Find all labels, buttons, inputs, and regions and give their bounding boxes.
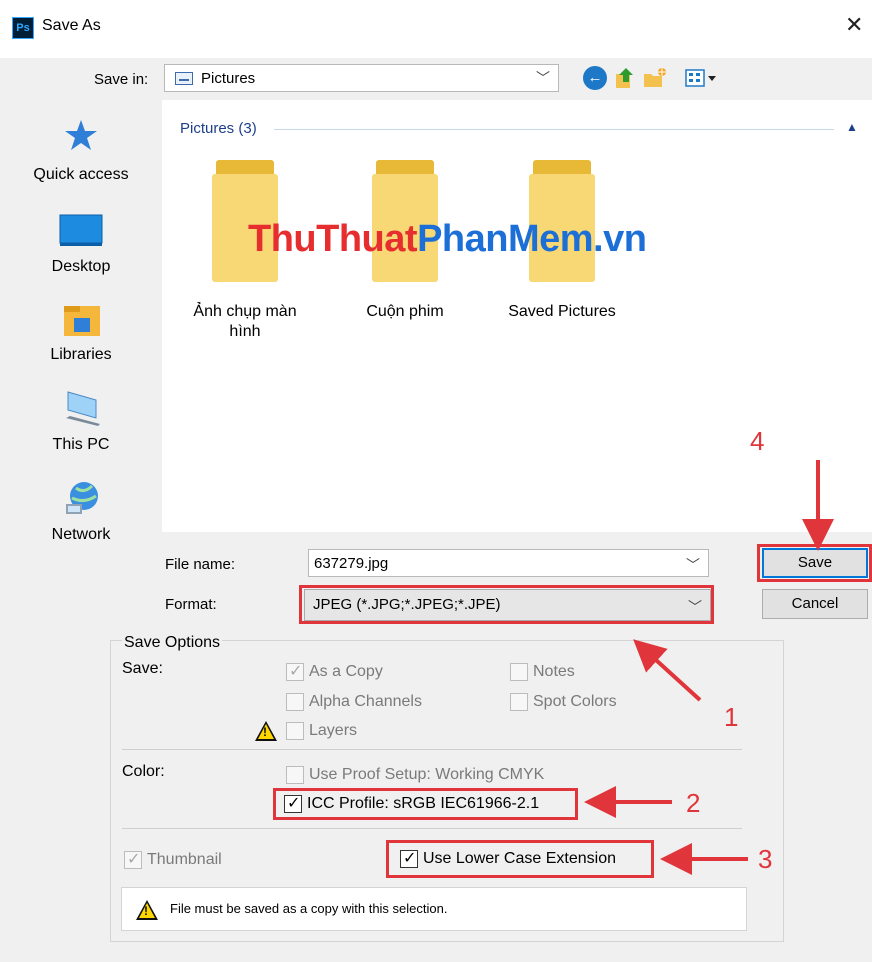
- annotation-number-4: 4: [750, 426, 765, 456]
- annotation-arrows: [584, 460, 834, 875]
- annotation-number-3: 3: [758, 844, 773, 874]
- annotation-number-2: 2: [686, 788, 701, 818]
- arrow-1: [633, 639, 702, 702]
- annotation-number-1: 1: [724, 702, 739, 732]
